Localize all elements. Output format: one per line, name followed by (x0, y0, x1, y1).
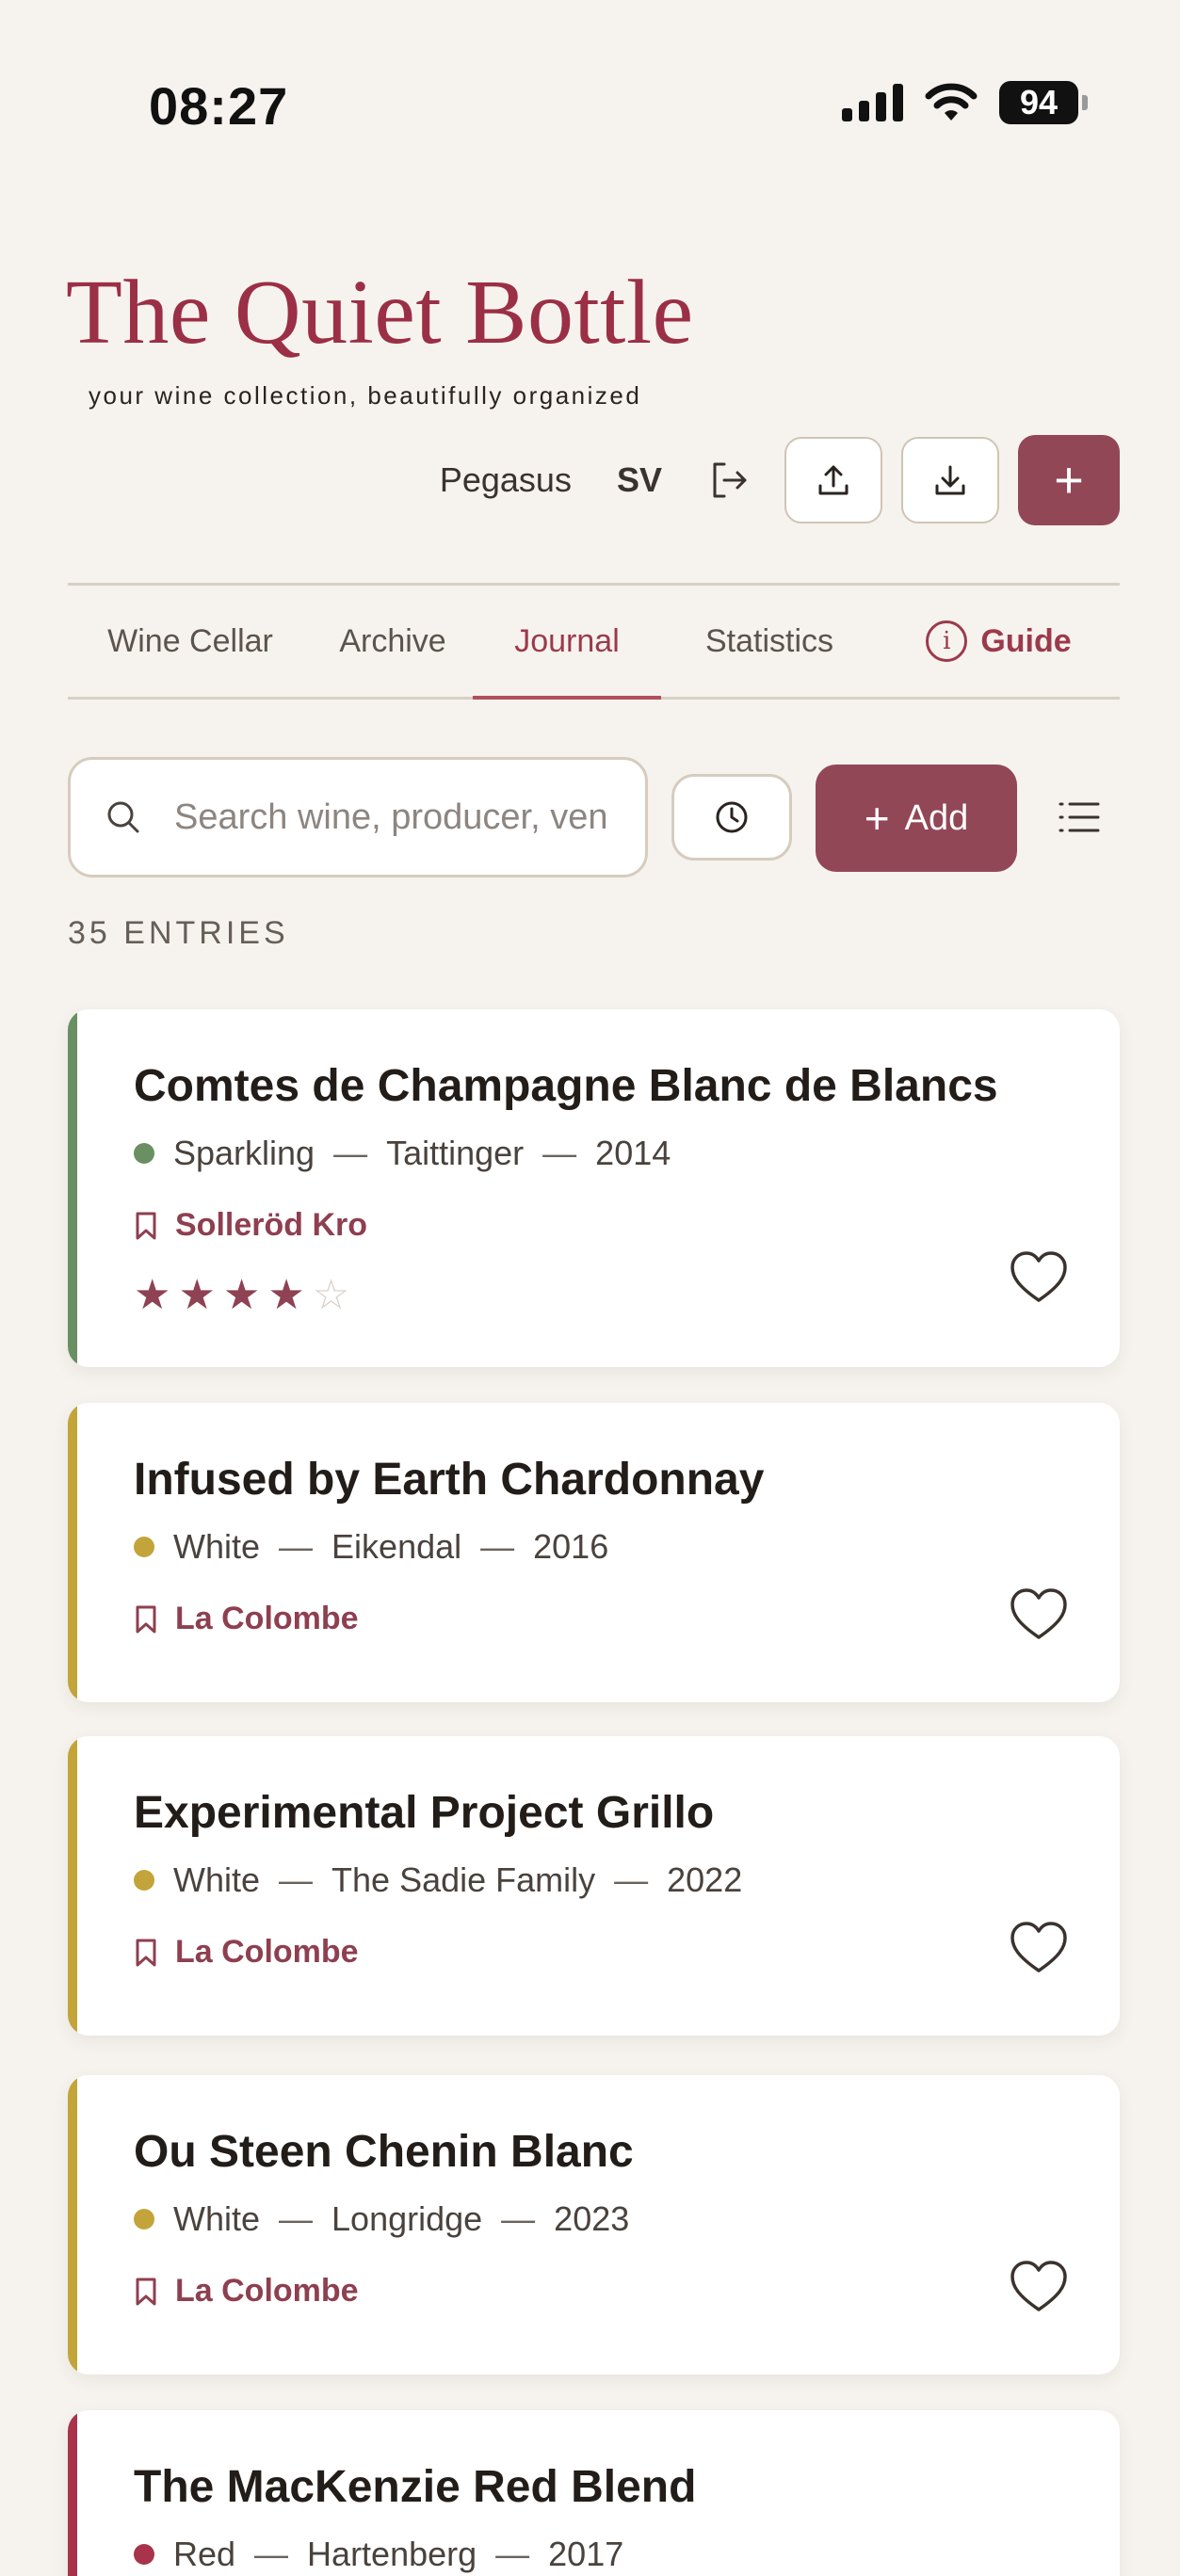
venue[interactable]: La Colombe (134, 1934, 359, 1971)
venue[interactable]: Solleröd Kro (134, 1207, 367, 1244)
type-accent (68, 1009, 77, 1367)
wine-meta: White — The Sadie Family — 2022 (134, 1860, 742, 1900)
search-input[interactable] (174, 797, 607, 838)
bookmark-icon (136, 1212, 156, 1239)
venue[interactable]: La Colombe (134, 1601, 359, 1637)
clock-icon (716, 801, 748, 833)
journal-entry-card[interactable]: Experimental Project Grillo White — The … (68, 1736, 1120, 2036)
type-accent (68, 2075, 77, 2375)
bookmark-icon (136, 2278, 156, 2305)
export-button[interactable] (784, 437, 882, 523)
battery-icon: 94 (999, 81, 1088, 124)
header-actions: Pegasus SV + (440, 435, 1120, 525)
list-view-icon[interactable] (1055, 797, 1104, 838)
heart-icon[interactable] (1009, 2260, 1069, 2314)
search-field (68, 757, 648, 877)
info-icon: i (926, 620, 968, 662)
history-button[interactable] (671, 774, 792, 861)
user-name[interactable]: Pegasus (440, 460, 572, 500)
status-time: 08:27 (149, 76, 289, 136)
wine-meta: Red — Hartenberg — 2017 (134, 2535, 623, 2574)
journal-screen: 08:27 94 The Quiet Bottle your wine coll… (0, 0, 1180, 2576)
upload-icon (818, 465, 849, 495)
wifi-icon (924, 83, 978, 122)
type-dot (134, 1143, 154, 1164)
type-dot (134, 1870, 154, 1891)
wine-meta: White — Eikendal — 2016 (134, 1527, 608, 1567)
type-accent (68, 2410, 77, 2576)
status-icons: 94 (842, 81, 1088, 124)
journal-entry-card[interactable]: Ou Steen Chenin Blanc White — Longridge … (68, 2075, 1120, 2375)
heart-icon[interactable] (1009, 1587, 1069, 1642)
star-icon[interactable]: ★ (134, 1275, 170, 1316)
type-dot (134, 2209, 154, 2230)
venue[interactable]: La Colombe (134, 2273, 359, 2310)
wine-name: Ou Steen Chenin Blanc (134, 2127, 634, 2177)
star-icon[interactable]: ★ (178, 1275, 215, 1316)
bookmark-icon (136, 1939, 156, 1966)
star-icon[interactable]: ★ (223, 1275, 260, 1316)
star-empty-icon[interactable]: ☆ (313, 1275, 349, 1316)
bookmark-icon (136, 1605, 156, 1633)
entries-count: 35 ENTRIES (68, 915, 289, 951)
new-entry-button[interactable]: + (1018, 435, 1120, 525)
journal-entry-card[interactable]: Infused by Earth Chardonnay White — Eike… (68, 1403, 1120, 1702)
tab-statistics[interactable]: Statistics (661, 586, 878, 697)
tab-guide[interactable]: i Guide (878, 586, 1120, 697)
type-accent (68, 1403, 77, 1702)
wine-name: Experimental Project Grillo (134, 1788, 715, 1838)
wine-name: The MacKenzie Red Blend (134, 2462, 697, 2512)
plus-icon: + (864, 794, 890, 843)
wine-name: Comtes de Champagne Blanc de Blancs (134, 1061, 998, 1111)
tab-journal[interactable]: Journal (473, 586, 661, 700)
tab-archive[interactable]: Archive (313, 586, 473, 697)
journal-entry-card[interactable]: Comtes de Champagne Blanc de Blancs Spar… (68, 1009, 1120, 1367)
heart-icon[interactable] (1009, 1250, 1069, 1305)
app-subtitle: your wine collection, beautifully organi… (89, 381, 642, 410)
type-accent (68, 1736, 77, 2036)
type-dot (134, 1537, 154, 1557)
download-icon (935, 465, 965, 495)
star-icon[interactable]: ★ (267, 1275, 304, 1316)
language-toggle[interactable]: SV (617, 460, 662, 500)
tab-wine-cellar[interactable]: Wine Cellar (68, 586, 313, 697)
wine-meta: Sparkling — Taittinger — 2014 (134, 1134, 671, 1173)
wine-meta: White — Longridge — 2023 (134, 2199, 629, 2239)
battery-level: 94 (999, 81, 1078, 124)
add-entry-button[interactable]: + Add (816, 765, 1017, 872)
main-tabs: Wine Cellar Archive Journal Statistics i… (68, 583, 1120, 700)
logout-icon[interactable] (705, 457, 752, 504)
wine-name: Infused by Earth Chardonnay (134, 1455, 765, 1505)
app-title: The Quiet Bottle (66, 262, 694, 363)
search-icon (107, 801, 139, 833)
heart-icon[interactable] (1009, 1921, 1069, 1975)
import-button[interactable] (901, 437, 999, 523)
rating-stars[interactable]: ★ ★ ★ ★ ☆ (134, 1275, 349, 1316)
journal-entry-card[interactable]: The MacKenzie Red Blend Red — Hartenberg… (68, 2410, 1120, 2576)
type-dot (134, 2544, 154, 2565)
signal-icon (842, 84, 903, 121)
